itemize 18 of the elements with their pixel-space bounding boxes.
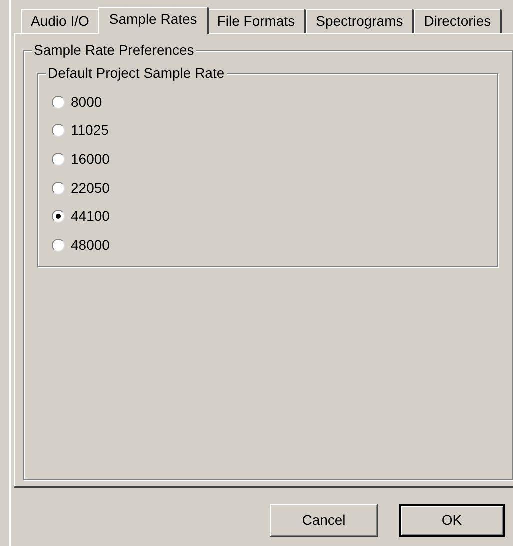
radio-button[interactable] <box>52 124 65 138</box>
radio-label: 8000 <box>71 92 102 112</box>
radio-label: 11025 <box>71 121 109 140</box>
radio-label: 22050 <box>71 178 110 198</box>
radio-button[interactable] <box>52 152 65 166</box>
radio-label: 16000 <box>71 150 110 169</box>
dialog-button[interactable]: Cancel <box>270 504 378 537</box>
radio-button[interactable] <box>52 238 65 252</box>
radio-label: 48000 <box>71 236 110 255</box>
radio-button[interactable] <box>52 182 65 195</box>
tab[interactable]: Sample Rates <box>98 7 210 34</box>
radio-button[interactable] <box>52 210 65 224</box>
dialog-button[interactable]: OK <box>399 504 505 537</box>
tab[interactable]: Spectrograms <box>306 9 414 33</box>
radio-label: 44100 <box>71 207 110 226</box>
tab[interactable]: File Formats <box>207 9 306 33</box>
tab[interactable]: Directories <box>414 9 502 33</box>
radio-button[interactable] <box>52 96 65 109</box>
